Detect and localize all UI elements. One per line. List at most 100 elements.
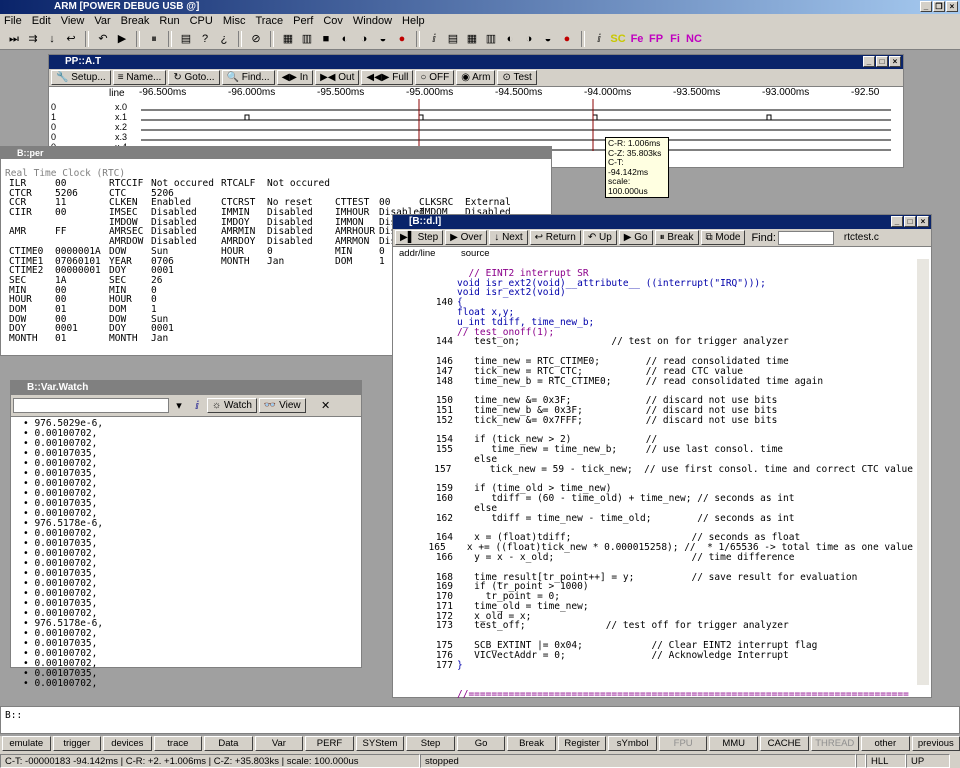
stop-icon[interactable]: ⊘ [248, 31, 264, 47]
perf3-icon[interactable]: ◒ [540, 31, 556, 47]
softkey-trigger[interactable]: trigger [52, 736, 102, 751]
maximize-button[interactable]: □ [904, 216, 916, 227]
restore-button[interactable]: ❐ [933, 1, 945, 12]
softkey-thread[interactable]: THREAD [810, 736, 860, 751]
rtc-value[interactable] [267, 305, 335, 315]
softkey-var[interactable]: Var [254, 736, 304, 751]
rtc-value[interactable]: 0 [151, 295, 221, 305]
src-next-button[interactable]: ↓ Next [489, 230, 528, 245]
rtc-value[interactable]: FF [55, 227, 109, 237]
watch-expression-input[interactable] [13, 398, 169, 413]
softkey-other[interactable]: other [861, 736, 910, 751]
find-input[interactable] [777, 230, 834, 245]
rtc-value[interactable]: 01 [55, 334, 109, 344]
softkey-data[interactable]: Data [204, 736, 253, 751]
close-button[interactable]: × [946, 1, 958, 12]
rtc-value[interactable]: 26 [151, 276, 221, 286]
source-line[interactable]: 162 tdiff = time_new - time_old; // seco… [393, 513, 913, 524]
softkey-perf[interactable]: PERF [305, 736, 354, 751]
memory2-icon[interactable]: ▥ [483, 31, 499, 47]
softkey-previous[interactable]: previous [911, 736, 960, 751]
pp-test-button[interactable]: ⊙ Test [497, 70, 537, 85]
minimize-button[interactable]: _ [920, 1, 932, 12]
menu-misc[interactable]: Misc [223, 14, 246, 28]
vertical-scrollbar[interactable] [917, 259, 929, 685]
help-icon[interactable]: ? [197, 31, 213, 47]
src-mode-button[interactable]: ⧉ Mode [700, 230, 746, 245]
watch-icon[interactable]: ◐ [337, 31, 353, 47]
source-line[interactable]: 157 tick_new = 59 - tick_new; // use fir… [393, 464, 913, 475]
list-icon[interactable]: ▦ [280, 31, 296, 47]
go-icon[interactable]: ▶ [114, 31, 130, 47]
close-button[interactable]: × [917, 216, 929, 227]
step-over-icon[interactable]: ⇉ [25, 31, 41, 47]
minimize-button[interactable]: _ [891, 216, 903, 227]
trace-icon[interactable]: ▤ [178, 31, 194, 47]
step-icon[interactable]: ⏭ [6, 31, 22, 47]
watch3-icon[interactable]: ◒ [375, 31, 391, 47]
nc-icon[interactable]: NC [686, 31, 702, 47]
fp-icon[interactable]: FP [648, 31, 664, 47]
rtc-value[interactable] [267, 295, 335, 305]
watch-value-row[interactable]: • 0.00100702, [23, 679, 103, 689]
menu-perf[interactable]: Perf [293, 14, 313, 28]
pp-off-button[interactable]: ○ OFF [415, 70, 455, 85]
pp-setup-button[interactable]: 🔧 Setup... [51, 70, 111, 85]
break-icon[interactable]: ⏸ [146, 31, 162, 47]
source-line[interactable]: 173 test_off; // test off for trigger an… [393, 621, 913, 631]
register-icon[interactable]: ▥ [299, 31, 315, 47]
source-line[interactable]: 152 tick_new &= 0x7FFF; // discard not u… [393, 415, 913, 426]
pp-goto-button[interactable]: ↻ Goto... [168, 70, 220, 85]
rtc-value[interactable]: Not occured [267, 179, 335, 189]
softkey-mmu[interactable]: MMU [709, 736, 758, 751]
undo-icon[interactable]: ↶ [95, 31, 111, 47]
softkey-system[interactable]: SYStem [355, 736, 405, 751]
pp-find-button[interactable]: 🔍 Find... [221, 70, 275, 85]
perf-icon[interactable]: ◐ [502, 31, 518, 47]
watch-button[interactable]: ☼ Watch [207, 398, 257, 413]
source-line[interactable]: 148 time_new_b = RTC_CTIME0; // read con… [393, 376, 913, 387]
menu-trace[interactable]: Trace [255, 14, 283, 28]
pp-out-button[interactable]: ▶◀ Out [315, 70, 360, 85]
menu-var[interactable]: Var [94, 14, 110, 28]
rtc-value[interactable] [267, 334, 335, 344]
waveform-area[interactable]: 0x.01x.10x.20x.30x.4 [49, 99, 905, 151]
softkey-symbol[interactable]: sYmbol [608, 736, 657, 751]
fe-icon[interactable]: Fe [629, 31, 645, 47]
softkey-break[interactable]: Break [507, 736, 556, 751]
softkey-cache[interactable]: CACHE [759, 736, 809, 751]
breakpoint-icon[interactable]: ● [394, 31, 410, 47]
softkey-step[interactable]: Step [406, 736, 455, 751]
rtc-value[interactable] [379, 179, 419, 189]
rtc-value[interactable] [267, 324, 335, 334]
list2-icon[interactable]: ▤ [445, 31, 461, 47]
close-button[interactable]: × [889, 56, 901, 67]
rtc-value[interactable] [267, 266, 335, 276]
menu-edit[interactable]: Edit [32, 14, 51, 28]
rtc-value[interactable]: Jan [151, 334, 221, 344]
dropdown-icon[interactable]: ▾ [171, 398, 187, 414]
src-step-button[interactable]: ▶▌ Step [395, 230, 444, 245]
rtc-value[interactable] [267, 276, 335, 286]
source-line[interactable]: 176 VICVectAddr = 0; // Acknowledge Inte… [393, 650, 913, 661]
rtc-value[interactable] [267, 315, 335, 325]
var2-icon[interactable]: ⅈ [591, 31, 607, 47]
rtc-value[interactable]: 0 [151, 285, 221, 296]
menu-view[interactable]: View [61, 14, 85, 28]
help-context-icon[interactable]: ¿ [216, 31, 232, 47]
softkey-go[interactable]: Go [456, 736, 506, 751]
softkey-devices[interactable]: devices [103, 736, 152, 751]
source-line[interactable]: 166 y = x - x_old; // time difference [393, 553, 913, 563]
perf2-icon[interactable]: ◑ [521, 31, 537, 47]
pp-arm-button[interactable]: ◉ Arm [456, 70, 496, 85]
source-line[interactable]: 144 test_on; // test on for trigger anal… [393, 337, 913, 347]
softkey-fpu[interactable]: FPU [658, 736, 708, 751]
return-icon[interactable]: ↩ [63, 31, 79, 47]
clear-icon[interactable]: ✕ [318, 398, 334, 414]
register2-icon[interactable]: ▦ [464, 31, 480, 47]
menu-cov[interactable]: Cov [323, 14, 343, 28]
pp-full-button[interactable]: ◀◀▶ Full [361, 70, 414, 85]
maximize-button[interactable]: □ [876, 56, 888, 67]
rtc-value[interactable] [465, 179, 525, 189]
var-icon[interactable]: ⅈ [189, 398, 205, 414]
